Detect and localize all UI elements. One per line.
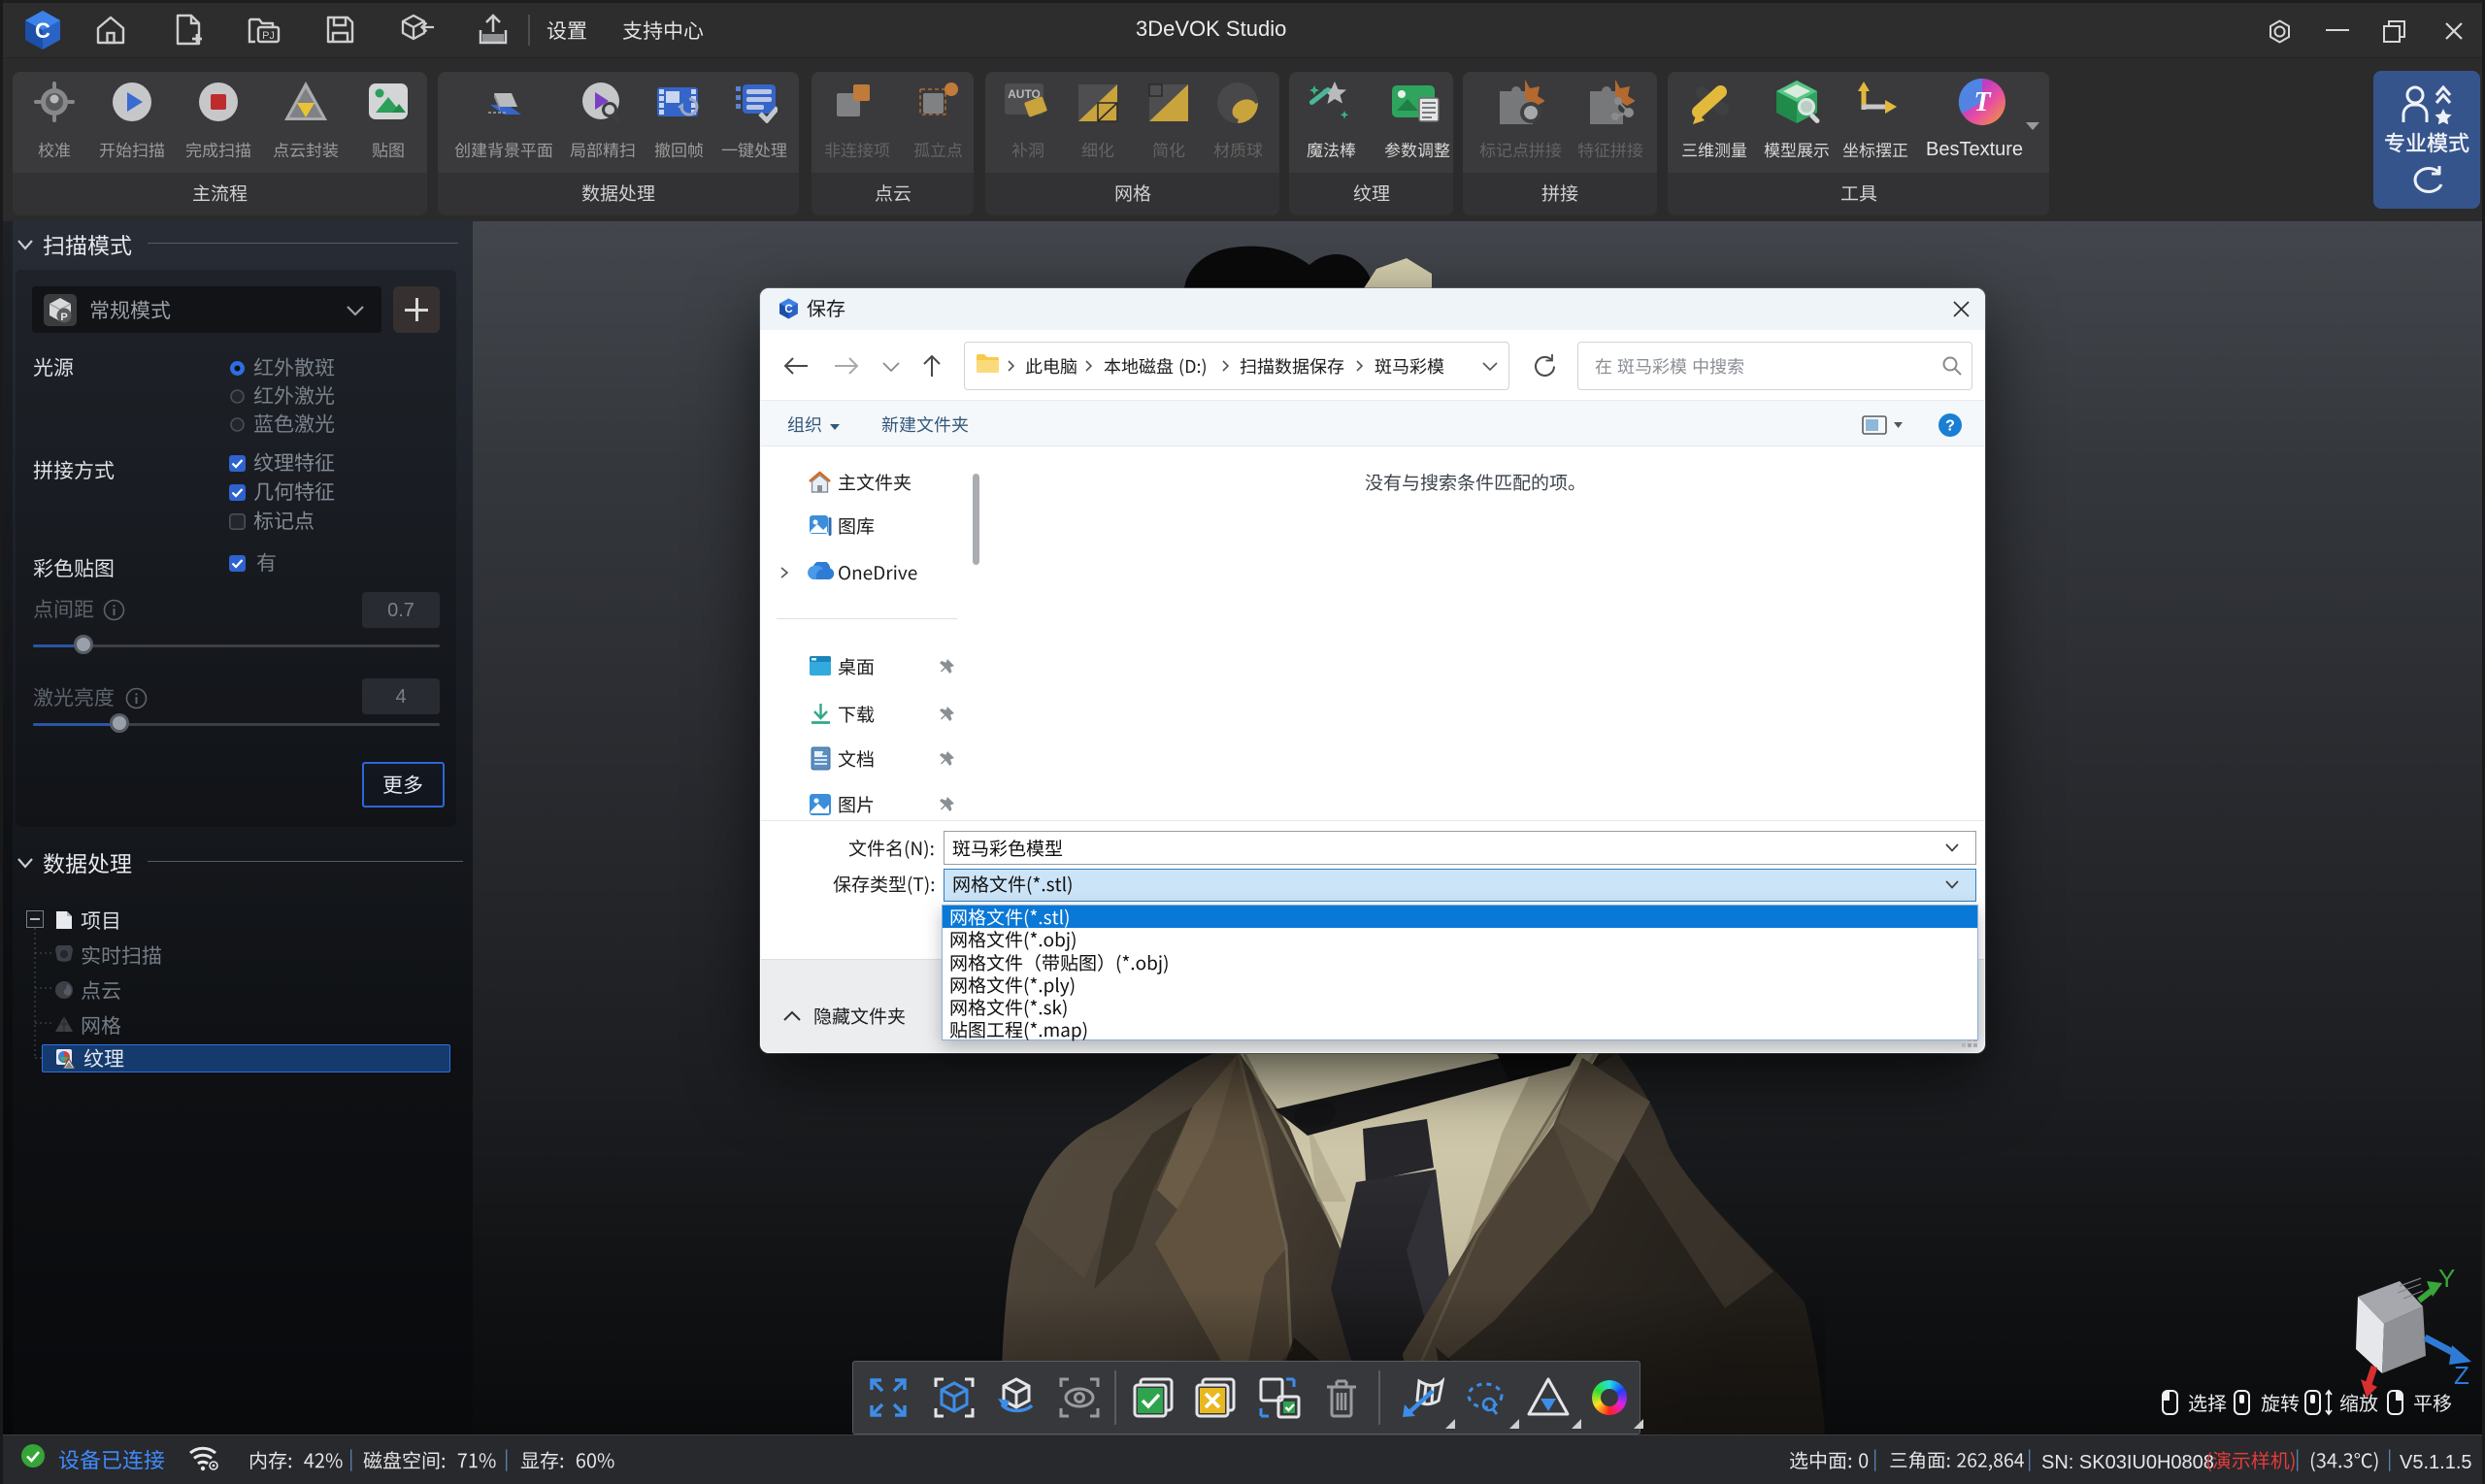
svg-text:C: C <box>35 18 50 43</box>
svg-text:Z: Z <box>2454 1361 2469 1390</box>
svg-text:PJ: PJ <box>262 30 275 42</box>
svg-text:P: P <box>60 312 67 323</box>
svg-text:Y: Y <box>2438 1270 2455 1293</box>
svg-text:C: C <box>784 304 792 315</box>
svg-text:?: ? <box>1945 418 1955 435</box>
svg-text:T: T <box>1973 87 1992 117</box>
